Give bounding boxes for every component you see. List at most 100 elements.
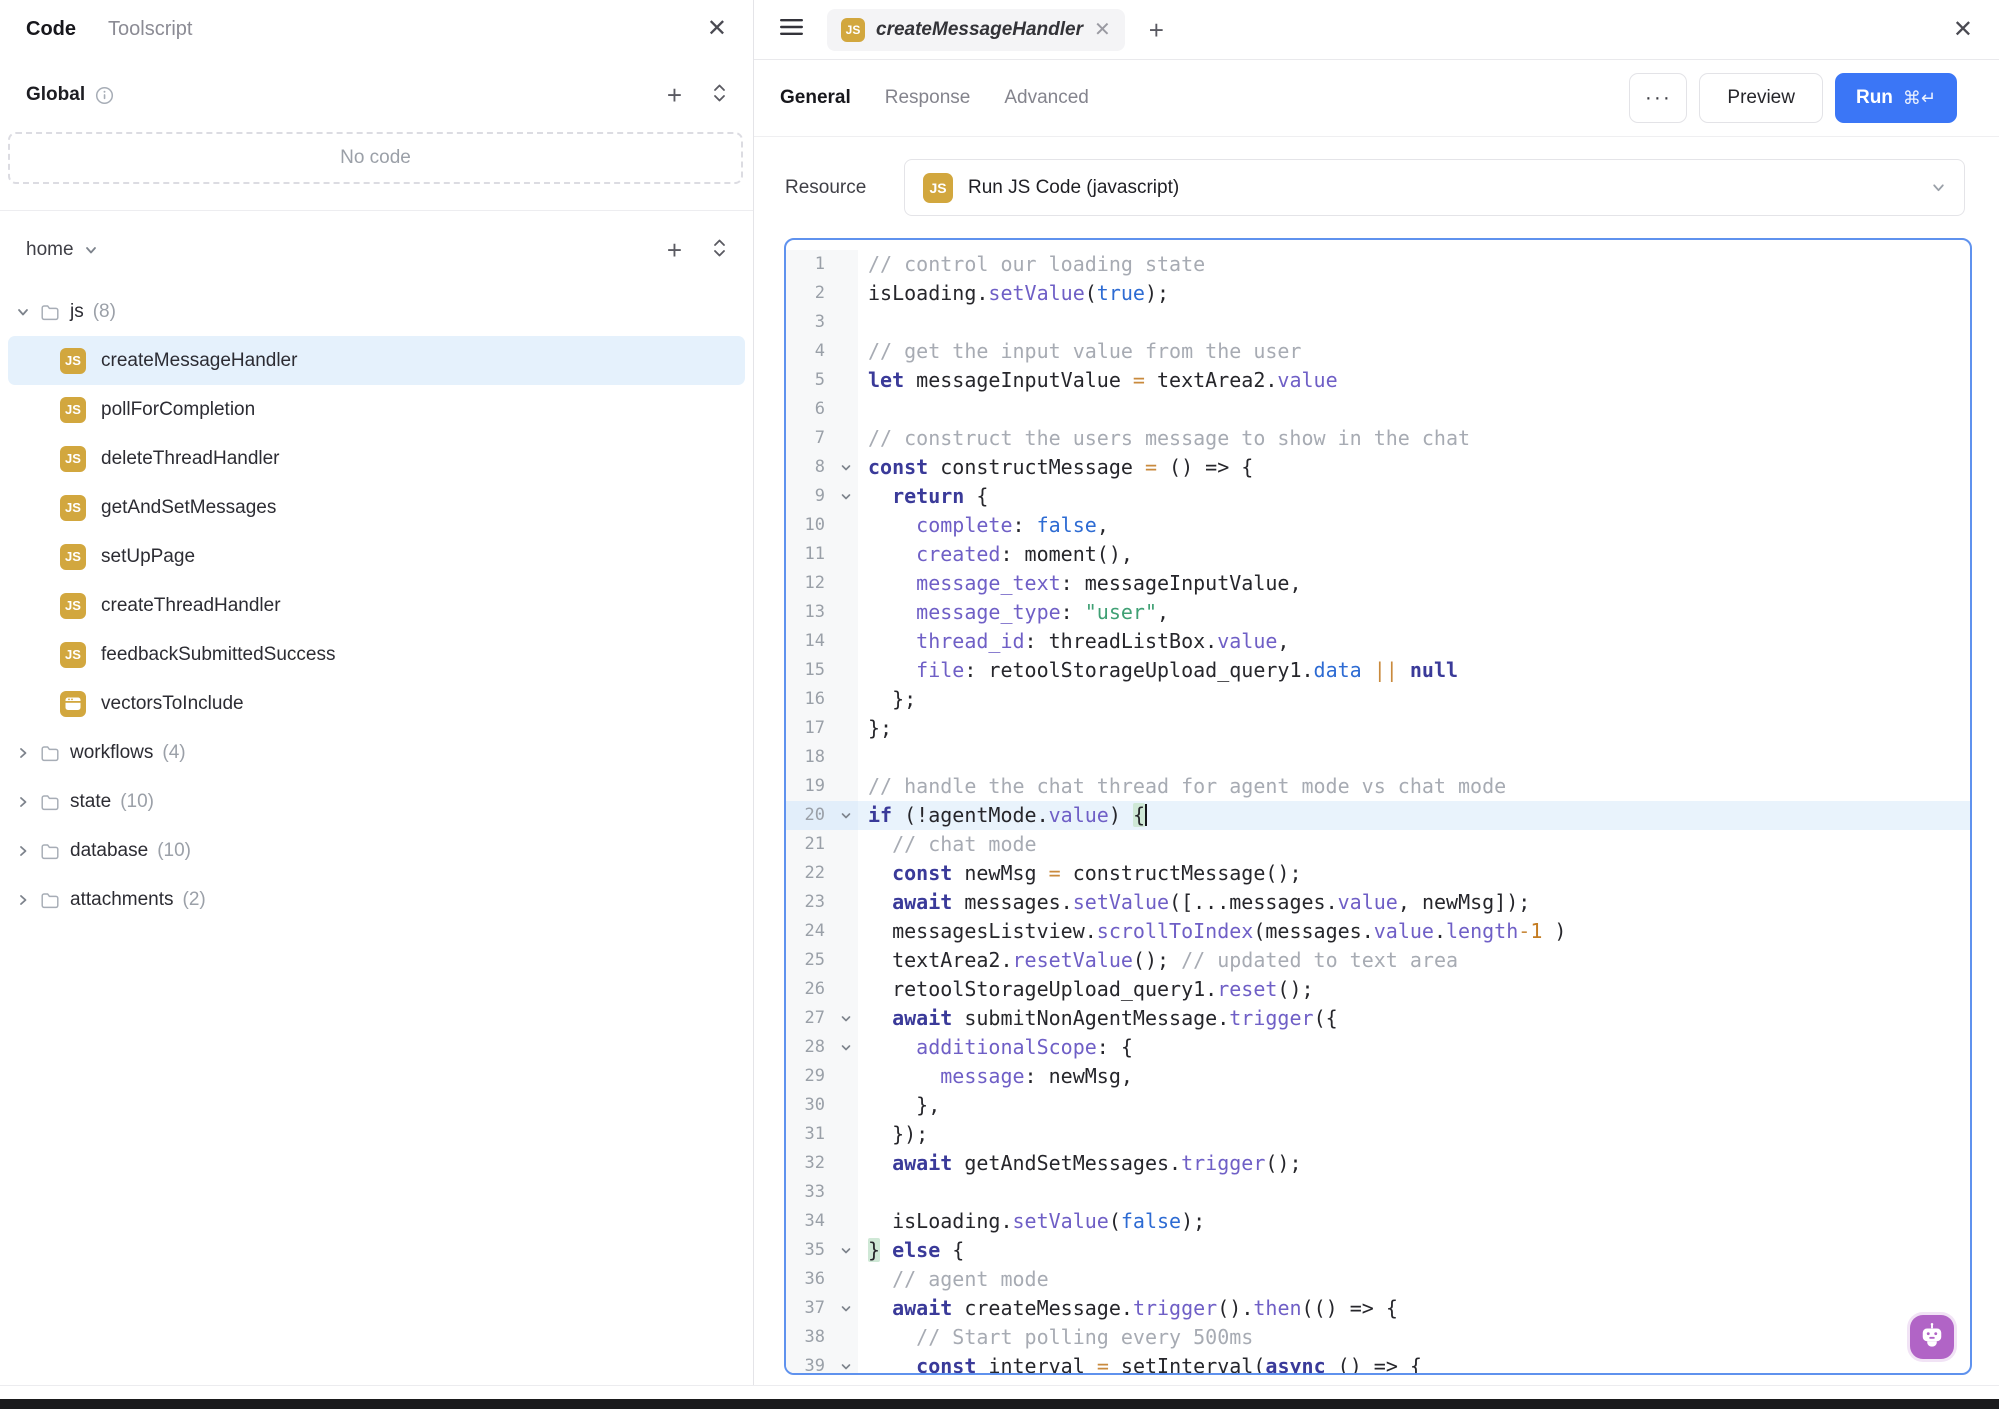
sort-icon[interactable] xyxy=(712,237,727,264)
fold-gutter xyxy=(834,395,858,424)
chevron-right-icon xyxy=(16,844,30,858)
js-badge-icon: JS xyxy=(60,495,86,521)
code-text: await messages.setValue([...messages.val… xyxy=(858,888,1970,917)
open-query-tab[interactable]: JS createMessageHandler ✕ xyxy=(827,9,1125,51)
tree-folder-database[interactable]: database(10) xyxy=(8,826,745,875)
code-text: message: newMsg, xyxy=(858,1062,1970,1091)
run-button[interactable]: Run ⌘↵ xyxy=(1835,73,1957,123)
tree-item-label: createMessageHandler xyxy=(101,350,297,372)
preview-button[interactable]: Preview xyxy=(1699,73,1823,123)
tree-item-label: vectorsToInclude xyxy=(101,693,244,715)
tree-item[interactable]: JSgetAndSetMessages xyxy=(8,483,745,532)
section-divider xyxy=(0,210,753,211)
code-text xyxy=(858,1178,1970,1207)
code-line: 20if (!agentMode.value) { xyxy=(786,801,1970,830)
fold-chevron-icon xyxy=(840,810,852,822)
code-lines: 1// control our loading state2isLoading.… xyxy=(786,240,1970,1375)
new-tab-icon[interactable]: + xyxy=(1149,17,1164,43)
fold-gutter xyxy=(834,859,858,888)
fold-gutter xyxy=(834,366,858,395)
chevron-down-icon xyxy=(16,305,30,319)
open-query-tab-label: createMessageHandler xyxy=(876,19,1083,41)
fold-gutter xyxy=(834,656,858,685)
folder-count: (8) xyxy=(93,301,116,323)
tree-folder-attachments[interactable]: attachments(2) xyxy=(8,875,745,924)
code-line: 34 isLoading.setValue(false); xyxy=(786,1207,1970,1236)
resource-value: Run JS Code (javascript) xyxy=(968,177,1179,199)
fold-gutter xyxy=(834,598,858,627)
code-text: await createMessage.trigger().then(() =>… xyxy=(858,1294,1970,1323)
tab-code[interactable]: Code xyxy=(26,18,76,41)
fold-gutter xyxy=(834,1149,858,1178)
close-panel-icon[interactable]: ✕ xyxy=(1953,18,1973,42)
add-global-code-icon[interactable]: + xyxy=(667,82,682,108)
fold-toggle[interactable] xyxy=(834,1033,858,1062)
chevron-down-icon xyxy=(84,243,98,257)
code-line: 26 retoolStorageUpload_query1.reset(); xyxy=(786,975,1970,1004)
tab-advanced[interactable]: Advanced xyxy=(1004,87,1089,109)
run-shortcut: ⌘↵ xyxy=(1903,88,1936,109)
global-section-title: Global xyxy=(26,84,85,106)
fold-toggle[interactable] xyxy=(834,801,858,830)
fold-toggle[interactable] xyxy=(834,482,858,511)
hamburger-menu-icon[interactable] xyxy=(780,18,803,41)
tree-item[interactable]: JSpollForCompletion xyxy=(8,385,745,434)
code-text: // control our loading state xyxy=(858,250,1970,279)
line-number: 15 xyxy=(786,656,834,685)
fold-chevron-icon xyxy=(840,1245,852,1257)
tree-item[interactable]: vectorsToInclude xyxy=(8,679,745,728)
close-tab-icon[interactable]: ✕ xyxy=(1094,20,1111,40)
fold-toggle[interactable] xyxy=(834,1236,858,1265)
tree-item[interactable]: JS createMessageHandler xyxy=(8,336,745,385)
tree-folder-workflows[interactable]: workflows(4) xyxy=(8,728,745,777)
fold-toggle[interactable] xyxy=(834,1004,858,1033)
resource-select[interactable]: JS Run JS Code (javascript) xyxy=(904,159,1965,216)
fold-toggle[interactable] xyxy=(834,453,858,482)
code-line: 12 message_text: messageInputValue, xyxy=(786,569,1970,598)
code-line: 22 const newMsg = constructMessage(); xyxy=(786,859,1970,888)
line-number: 38 xyxy=(786,1323,834,1352)
tab-toolscript[interactable]: Toolscript xyxy=(108,18,192,41)
js-badge-icon: JS xyxy=(60,348,86,374)
line-number: 35 xyxy=(786,1236,834,1265)
ai-assistant-button[interactable] xyxy=(1910,1315,1954,1359)
fold-toggle[interactable] xyxy=(834,1294,858,1323)
scope-row: home + xyxy=(0,223,753,277)
fold-toggle[interactable] xyxy=(834,1352,858,1375)
fold-gutter xyxy=(834,685,858,714)
tab-general[interactable]: General xyxy=(780,87,851,109)
line-number: 34 xyxy=(786,1207,834,1236)
tree-item[interactable]: JSsetUpPage xyxy=(8,532,745,581)
code-text: }; xyxy=(858,714,1970,743)
code-editor[interactable]: 1// control our loading state2isLoading.… xyxy=(784,238,1972,1375)
tree-item[interactable]: JSdeleteThreadHandler xyxy=(8,434,745,483)
code-text: await submitNonAgentMessage.trigger({ xyxy=(858,1004,1970,1033)
js-badge-icon: JS xyxy=(841,18,865,42)
tab-response[interactable]: Response xyxy=(885,87,971,109)
folder-icon xyxy=(39,889,61,911)
scope-label: home xyxy=(26,239,74,261)
code-line: 9 return { xyxy=(786,482,1970,511)
tree-item[interactable]: JScreateThreadHandler xyxy=(8,581,745,630)
code-line: 13 message_type: "user", xyxy=(786,598,1970,627)
tree-item[interactable]: JSfeedbackSubmittedSuccess xyxy=(8,630,745,679)
add-code-icon[interactable]: + xyxy=(667,237,682,263)
scope-selector[interactable]: home xyxy=(26,239,98,261)
code-line: 36 // agent mode xyxy=(786,1265,1970,1294)
more-options-button[interactable]: ··· xyxy=(1629,73,1687,123)
global-empty-state: No code xyxy=(8,132,743,184)
tree-folder-js[interactable]: js (8) xyxy=(8,287,745,336)
info-icon[interactable] xyxy=(95,86,114,105)
code-line: 27 await submitNonAgentMessage.trigger({ xyxy=(786,1004,1970,1033)
folder-count: (10) xyxy=(157,840,191,862)
tree-folder-state[interactable]: state(10) xyxy=(8,777,745,826)
code-text: // construct the users message to show i… xyxy=(858,424,1970,453)
sort-icon[interactable] xyxy=(712,82,727,109)
fold-gutter xyxy=(834,540,858,569)
line-number: 14 xyxy=(786,627,834,656)
code-text xyxy=(858,395,1970,424)
folder-count: (10) xyxy=(120,791,154,813)
line-number: 11 xyxy=(786,540,834,569)
close-sidebar-icon[interactable]: ✕ xyxy=(707,17,727,41)
folder-name: js xyxy=(70,301,84,323)
